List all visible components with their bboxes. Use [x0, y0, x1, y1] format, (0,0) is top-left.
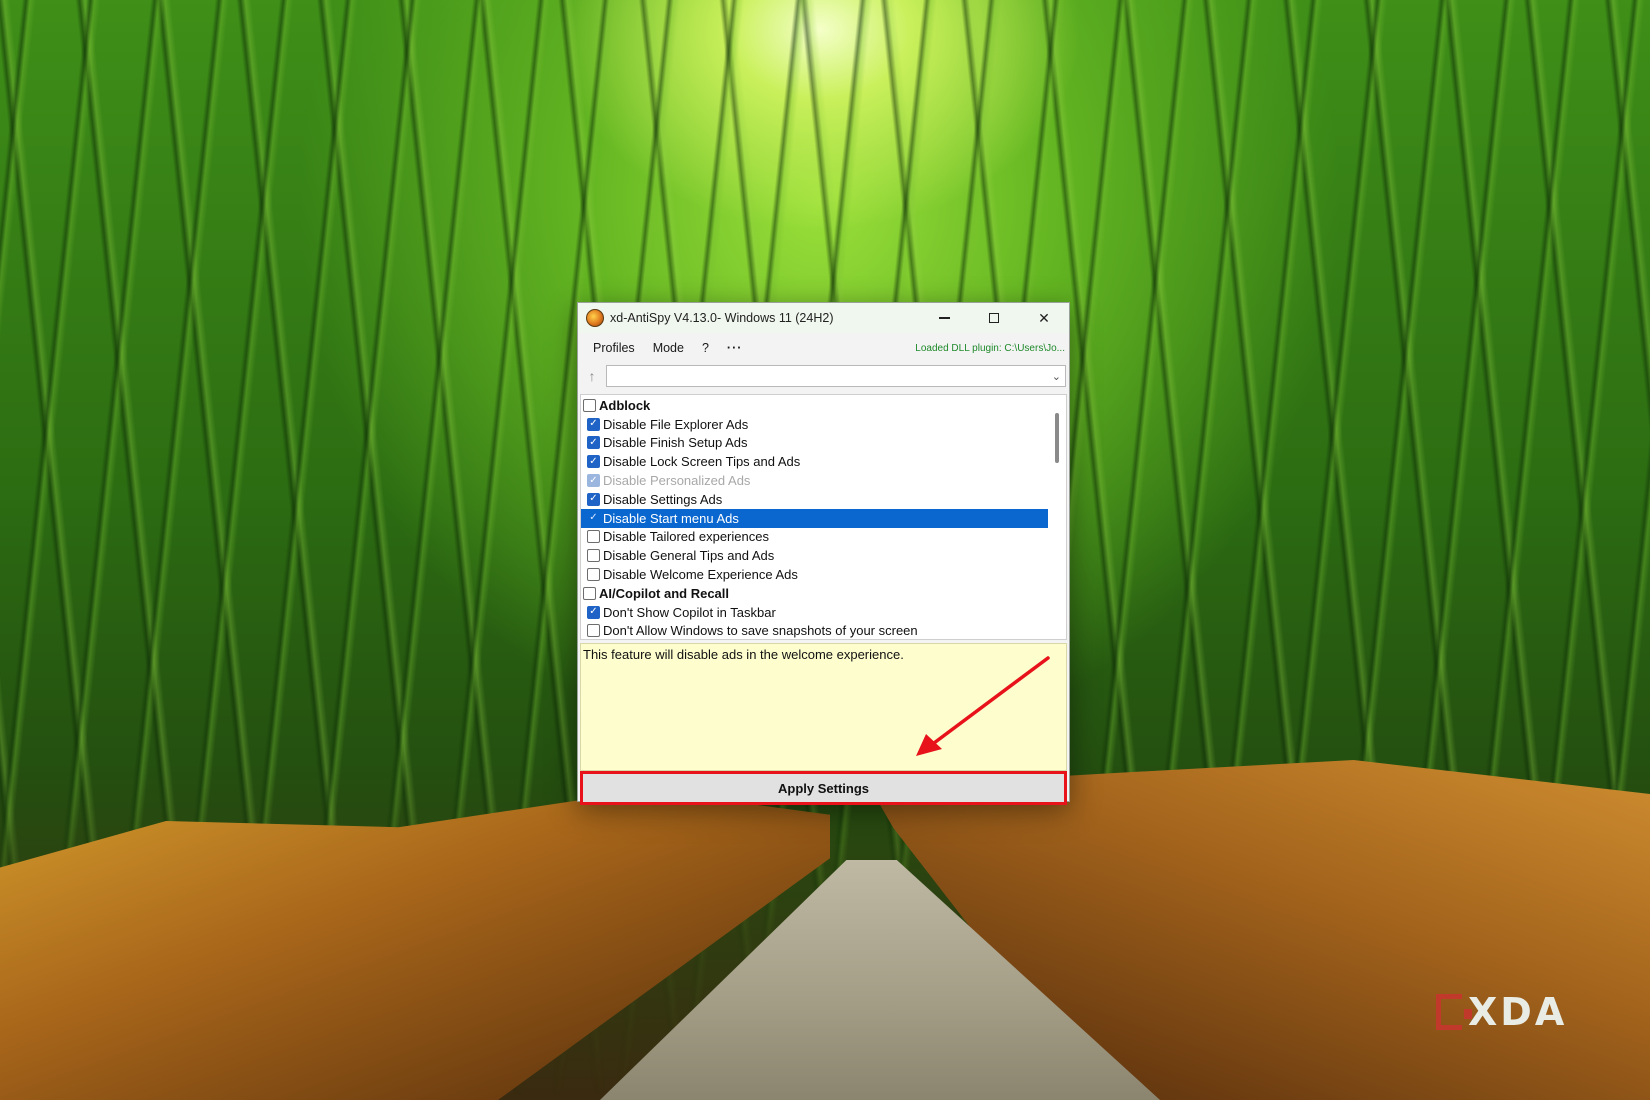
- maximize-icon: [989, 313, 999, 323]
- list-item[interactable]: ✓ Disable Lock Screen Tips and Ads: [581, 452, 1048, 471]
- app-icon: [586, 309, 604, 327]
- list-item[interactable]: Disable General Tips and Ads: [581, 546, 1048, 565]
- title-bar[interactable]: xd-AntiSpy V4.13.0- Windows 11 (24H2) ✕: [578, 303, 1069, 333]
- checkbox-checked[interactable]: ✓: [587, 455, 600, 469]
- minimize-button[interactable]: [919, 303, 969, 333]
- list-item-label: Disable Lock Screen Tips and Ads: [603, 454, 801, 470]
- minimize-icon: [938, 317, 950, 319]
- chevron-down-icon[interactable]: ⌄: [1052, 370, 1061, 383]
- scrollbar-thumb[interactable]: [1055, 413, 1059, 463]
- checkbox[interactable]: [583, 586, 596, 600]
- checkbox[interactable]: [583, 398, 596, 412]
- description-text: This feature will disable ads in the wel…: [583, 647, 904, 662]
- checkbox-checked[interactable]: ✓: [587, 417, 600, 431]
- list-item[interactable]: Don't Allow Windows to save snapshots of…: [581, 622, 1048, 639]
- list-category[interactable]: Adblock: [581, 396, 1048, 415]
- list-item[interactable]: Disable Tailored experiences: [581, 528, 1048, 547]
- list-item-label: Disable General Tips and Ads: [603, 548, 775, 564]
- menu-mode[interactable]: Mode: [644, 333, 693, 363]
- list-item-label: Disable Personalized Ads: [603, 473, 751, 489]
- list-item-label: Adblock: [599, 397, 651, 413]
- search-combobox[interactable]: ⌄: [606, 365, 1066, 387]
- list-item[interactable]: ✓ Don't Show Copilot in Taskbar: [581, 603, 1048, 622]
- window-title: xd-AntiSpy V4.13.0- Windows 11 (24H2): [610, 311, 834, 325]
- list-item-label: Disable Tailored experiences: [603, 529, 769, 545]
- close-icon: ✕: [1038, 309, 1050, 326]
- menu-more[interactable]: ···: [718, 333, 752, 363]
- checkbox-checked[interactable]: ✓: [587, 474, 600, 488]
- list-item-label: Disable File Explorer Ads: [603, 416, 749, 432]
- list-item[interactable]: ✓ Disable Finish Setup Ads: [581, 434, 1048, 453]
- list-item-label: Don't Allow Windows to save snapshots of…: [603, 623, 918, 639]
- checkbox-checked[interactable]: ✓: [587, 436, 600, 450]
- list-item-label: Disable Start menu Ads: [603, 510, 739, 526]
- list-item[interactable]: ✓ Disable Settings Ads: [581, 490, 1048, 509]
- list-item[interactable]: Disable Welcome Experience Ads: [581, 565, 1048, 584]
- navigation-row: ↑ ⌄: [578, 363, 1069, 389]
- checkbox[interactable]: [587, 549, 600, 563]
- list-item[interactable]: ✓ Disable File Explorer Ads: [581, 415, 1048, 434]
- plugin-status-text: Loaded DLL plugin: C:\Users\Jo...: [915, 342, 1065, 354]
- list-item[interactable]: ✓ Disable Personalized Ads: [581, 471, 1048, 490]
- menu-bar: Profiles Mode ? ··· Loaded DLL plugin: C…: [578, 333, 1069, 363]
- feature-list-panel: Adblock ✓ Disable File Explorer Ads ✓ Disabl…: [580, 394, 1067, 640]
- list-item-label: Don't Show Copilot in Taskbar: [603, 604, 776, 620]
- search-input[interactable]: [607, 366, 1052, 386]
- close-button[interactable]: ✕: [1019, 303, 1069, 333]
- feature-list: Adblock ✓ Disable File Explorer Ads ✓ Disabl…: [581, 395, 1048, 639]
- checkbox[interactable]: [587, 530, 600, 544]
- checkbox-checked[interactable]: ✓: [587, 512, 600, 525]
- menu-profiles[interactable]: Profiles: [584, 333, 644, 363]
- xda-watermark-text: XDA: [1468, 990, 1568, 1034]
- list-category[interactable]: AI/Copilot and Recall: [581, 584, 1048, 603]
- list-item-label: Disable Finish Setup Ads: [603, 435, 748, 451]
- checkbox-checked[interactable]: ✓: [587, 492, 600, 506]
- annotation-arrow: [916, 656, 1050, 756]
- list-item-label: Disable Welcome Experience Ads: [603, 567, 798, 583]
- list-item[interactable]: ✓ Disable Start menu Ads: [581, 508, 1048, 528]
- up-arrow-icon[interactable]: ↑: [582, 368, 602, 384]
- checkbox[interactable]: [587, 568, 600, 582]
- menu-help[interactable]: ?: [693, 333, 718, 363]
- xda-logo-icon: [1436, 994, 1472, 1030]
- list-item-label: Disable Settings Ads: [603, 491, 723, 507]
- xda-watermark: XDA: [1436, 990, 1567, 1034]
- list-item-label: AI/Copilot and Recall: [599, 585, 730, 601]
- checkbox[interactable]: [587, 624, 600, 638]
- apply-settings-label: Apply Settings: [777, 780, 869, 796]
- list-scrollbar[interactable]: [1048, 395, 1066, 639]
- maximize-button[interactable]: [969, 303, 1019, 333]
- apply-settings-button[interactable]: Apply Settings: [580, 771, 1067, 805]
- checkbox-checked[interactable]: ✓: [587, 605, 600, 619]
